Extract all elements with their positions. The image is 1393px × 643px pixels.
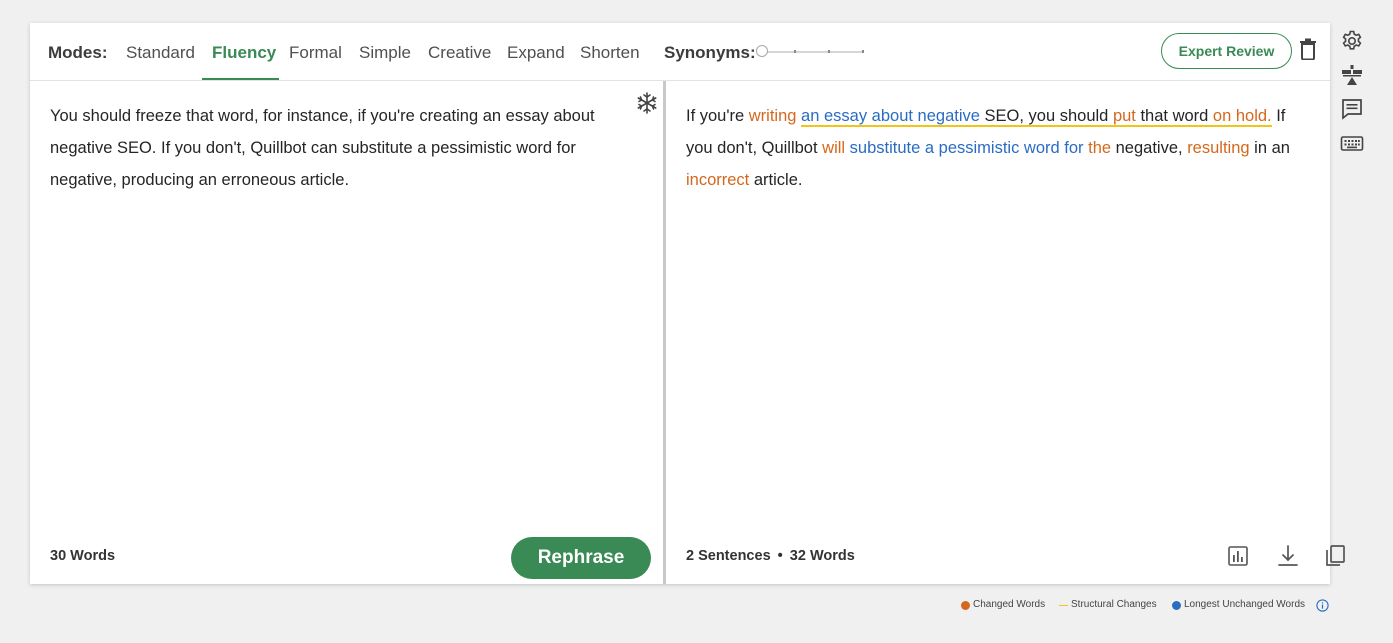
gear-icon[interactable] [1340,29,1364,53]
output-word-count: 32 Words [789,548,855,564]
input-word-count: 30 Words [50,548,116,564]
tab-creative[interactable]: Creative [428,43,491,63]
structural-changes-line [1059,605,1068,606]
legend-structural: Structural Changes [1071,599,1157,610]
slider-tick [794,50,796,53]
compare-icon[interactable] [1340,63,1364,87]
synonyms-slider-handle[interactable] [756,45,768,57]
input-pane: You should freeze that word, for instanc… [30,81,663,584]
trash-icon[interactable] [1299,38,1317,60]
output-text: If you're writing an essay about negativ… [686,100,1306,196]
unchanged-phrase: an essay about negative [801,107,980,127]
changed-word[interactable]: resulting [1187,139,1249,157]
legend-unchanged: Longest Unchanged Words [1184,599,1306,610]
unchanged-phrase: substitute a pessimistic word for [849,139,1084,157]
output-segment: article. [749,171,803,189]
output-segment: If you're [686,107,749,125]
modes-toolbar: Modes: Standard Fluency Formal Simple Cr… [30,23,1330,81]
stats-separator: • [777,548,783,564]
download-icon[interactable] [1276,544,1300,568]
slider-tick [862,50,864,53]
expert-review-button[interactable]: Expert Review [1161,33,1292,69]
tab-formal[interactable]: Formal [289,43,342,63]
changed-word[interactable]: the [1088,139,1111,157]
output-segment: negative, [1111,139,1188,157]
tab-shorten[interactable]: Shorten [580,43,640,63]
changed-word[interactable]: writing [749,107,797,125]
tab-fluency[interactable]: Fluency [212,43,276,63]
synonyms-label: Synonyms: [664,43,756,62]
tab-simple[interactable]: Simple [359,43,411,63]
comment-icon[interactable] [1340,97,1364,121]
info-icon[interactable] [1316,599,1329,612]
unchanged-words-dot [1172,601,1181,610]
freeze-icon[interactable] [636,92,658,114]
output-stats: 2 Sentences • 32 Words [686,548,855,564]
output-segment: that word [1135,107,1213,127]
sentence-count: 2 Sentences [686,548,771,564]
rephrase-button[interactable]: Rephrase [511,537,651,579]
tab-standard[interactable]: Standard [126,43,195,63]
synonyms-slider[interactable] [756,45,864,57]
keyboard-icon[interactable] [1340,132,1364,156]
changed-word[interactable]: will [822,139,845,157]
modes-label: Modes: [48,43,108,62]
paraphraser-card: Modes: Standard Fluency Formal Simple Cr… [30,23,1345,584]
changed-words-dot [961,601,970,610]
input-textarea[interactable]: You should freeze that word, for instanc… [50,100,620,196]
copy-icon[interactable] [1323,544,1347,568]
changed-word[interactable]: on hold. [1212,107,1272,127]
tab-expand[interactable]: Expand [507,43,565,63]
output-pane: If you're writing an essay about negativ… [666,81,1345,584]
active-tab-indicator [202,78,279,80]
output-segment: in an [1249,139,1290,157]
changed-word[interactable]: put [1112,107,1136,127]
legend-changed: Changed Words [973,599,1046,610]
output-segment: SEO, you should [979,107,1113,127]
slider-tick [828,50,830,53]
stats-icon[interactable] [1226,544,1250,568]
changed-word[interactable]: incorrect [686,171,749,189]
